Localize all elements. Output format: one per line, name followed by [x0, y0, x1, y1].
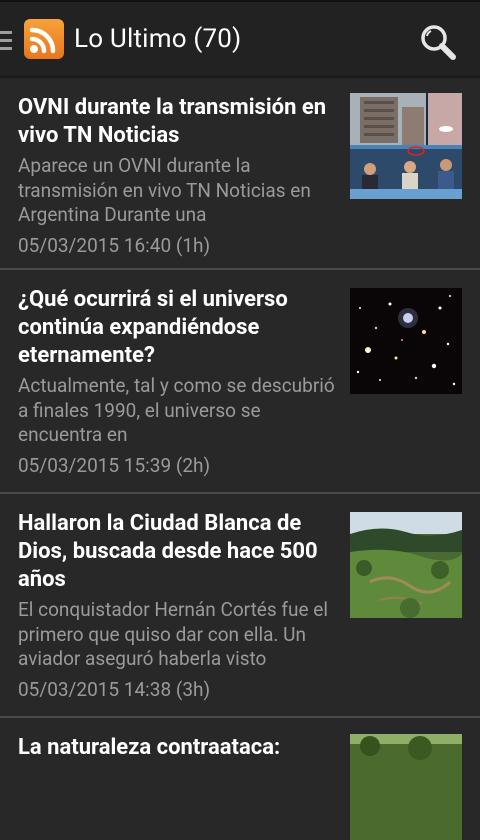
news-item-title: La naturaleza contraataca: — [18, 735, 281, 760]
news-item-title: Hallaron la Ciudad Blanca de Dios, busca… — [18, 511, 318, 592]
news-item-summary: Actualmente, tal y como se descubrió a f… — [18, 374, 335, 446]
news-item-summary: Aparece un OVNI durante la transmisión e… — [18, 154, 311, 226]
news-item-text: ¿Qué ocurrirá si el universo continúa ex… — [18, 286, 343, 478]
page-title: Lo Ultimo (70) — [74, 24, 242, 54]
news-item-date: 05/03/2015 15:39 (2h) — [18, 453, 211, 477]
news-item-date: 05/03/2015 16:40 (1h) — [18, 233, 211, 257]
news-item-text: Hallaron la Ciudad Blanca de Dios, busca… — [18, 510, 343, 702]
news-item[interactable]: Hallaron la Ciudad Blanca de Dios, busca… — [0, 494, 480, 718]
news-item-text: La naturaleza contraataca: — [18, 734, 343, 762]
search-icon[interactable] — [418, 22, 458, 62]
action-bar: Lo Ultimo (70) — [0, 2, 480, 78]
news-feed: OVNI durante la transmisión en vivo TN N… — [0, 78, 480, 840]
news-item-title: OVNI durante la transmisión en vivo TN N… — [18, 95, 327, 148]
news-item-thumbnail — [350, 734, 462, 840]
drawer-menu-icon[interactable] — [0, 31, 14, 51]
news-item[interactable]: OVNI durante la transmisión en vivo TN N… — [0, 78, 480, 270]
news-item-thumbnail — [350, 93, 462, 199]
news-item[interactable]: ¿Qué ocurrirá si el universo continúa ex… — [0, 270, 480, 494]
news-item[interactable]: La naturaleza contraataca: — [0, 718, 480, 840]
news-item-thumbnail — [350, 512, 462, 618]
rss-icon[interactable] — [24, 19, 64, 59]
news-item-date: 05/03/2015 14:38 (3h) — [18, 677, 211, 701]
news-item-text: OVNI durante la transmisión en vivo TN N… — [18, 94, 343, 258]
news-item-summary: El conquistador Hernán Cortés fue el pri… — [18, 598, 328, 670]
news-item-title: ¿Qué ocurrirá si el universo continúa ex… — [18, 287, 288, 368]
news-item-thumbnail — [350, 288, 462, 394]
